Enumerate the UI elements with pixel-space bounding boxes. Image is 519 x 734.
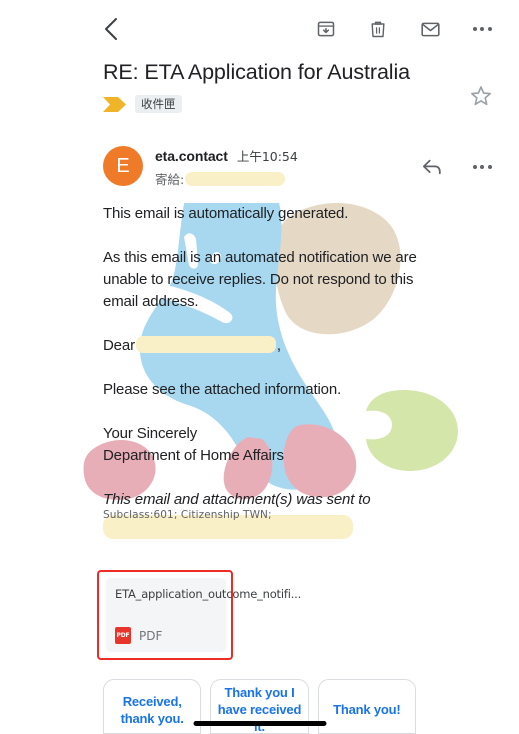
star-button[interactable] (469, 84, 495, 110)
delete-button[interactable] (365, 16, 391, 42)
top-toolbar (0, 0, 519, 56)
attachment-card[interactable]: ETA_application_outcome_notifi... PDF PD… (106, 578, 302, 652)
reply-button[interactable] (419, 154, 445, 180)
archive-button[interactable] (313, 16, 339, 42)
body-paragraph-2: As this email is an automated notificati… (103, 249, 417, 310)
message-actions (419, 154, 495, 180)
body-text: This email is automatically generated. A… (0, 203, 519, 539)
back-button[interactable] (96, 14, 126, 44)
sender-line-primary: eta.contact 上午10:54 (155, 146, 298, 165)
home-indicator (193, 721, 326, 726)
mark-unread-button[interactable] (417, 16, 443, 42)
avatar[interactable]: E (103, 146, 143, 186)
sender-line-recipient[interactable]: 寄給: (155, 169, 298, 188)
mail-icon (420, 22, 440, 36)
greeting-prefix: Dear (103, 337, 135, 354)
body-greeting: Dear, (103, 335, 431, 357)
star-outline-icon (471, 86, 491, 106)
email-detail-screen: RE: ETA Application for Australia 收件匣 E … (0, 0, 519, 734)
more-options-icon (472, 27, 492, 31)
attachment-filename: ETA_application_outcome_notifi... (115, 587, 302, 601)
email-body: This email is automatically generated. A… (0, 203, 519, 548)
label-row: 收件匣 (0, 95, 519, 113)
subject-section: RE: ETA Application for Australia 收件匣 (0, 58, 519, 113)
fineprint-text: Subclass:601; Citizenship TWN; (103, 509, 272, 521)
attachment-type-label: PDF (139, 628, 163, 643)
toolbar-more-button[interactable] (469, 16, 495, 42)
greeting-redacted (135, 336, 276, 353)
label-chip-inbox[interactable]: 收件匣 (135, 95, 182, 113)
smart-reply-chip-3[interactable]: Thank you! (317, 679, 416, 734)
trash-icon (371, 21, 385, 38)
pdf-icon: PDF (115, 627, 131, 644)
archive-icon (317, 21, 335, 37)
message-more-button[interactable] (469, 154, 495, 180)
sender-row: E eta.contact 上午10:54 寄給: (0, 142, 519, 202)
label-arrow-icon (103, 96, 126, 112)
attachment-type-row: PDF PDF (115, 627, 162, 644)
reply-arrow-icon (422, 159, 441, 175)
body-disclaimer: This email and attachment(s) was sent to (103, 491, 371, 508)
toolbar-actions (313, 14, 495, 44)
back-arrow-icon (105, 18, 117, 40)
more-options-icon (472, 165, 492, 169)
body-paragraph-1: This email is automatically generated. (103, 205, 349, 222)
body-signoff-1: Your Sincerely (103, 425, 198, 442)
sender-timestamp: 上午10:54 (236, 149, 298, 164)
sender-name[interactable]: eta.contact (155, 148, 228, 164)
body-paragraph-3: Please see the attached information. (103, 381, 342, 398)
sender-meta: eta.contact 上午10:54 寄給: (155, 146, 298, 188)
smart-reply-chip-1[interactable]: Received, thank you. (103, 679, 202, 734)
greeting-suffix: , (276, 337, 281, 354)
page-title: RE: ETA Application for Australia (103, 60, 411, 84)
recipient-label: 寄給: (155, 172, 185, 187)
recipient-redacted (185, 171, 286, 186)
body-signoff-2: Department of Home Affairs (103, 447, 284, 464)
